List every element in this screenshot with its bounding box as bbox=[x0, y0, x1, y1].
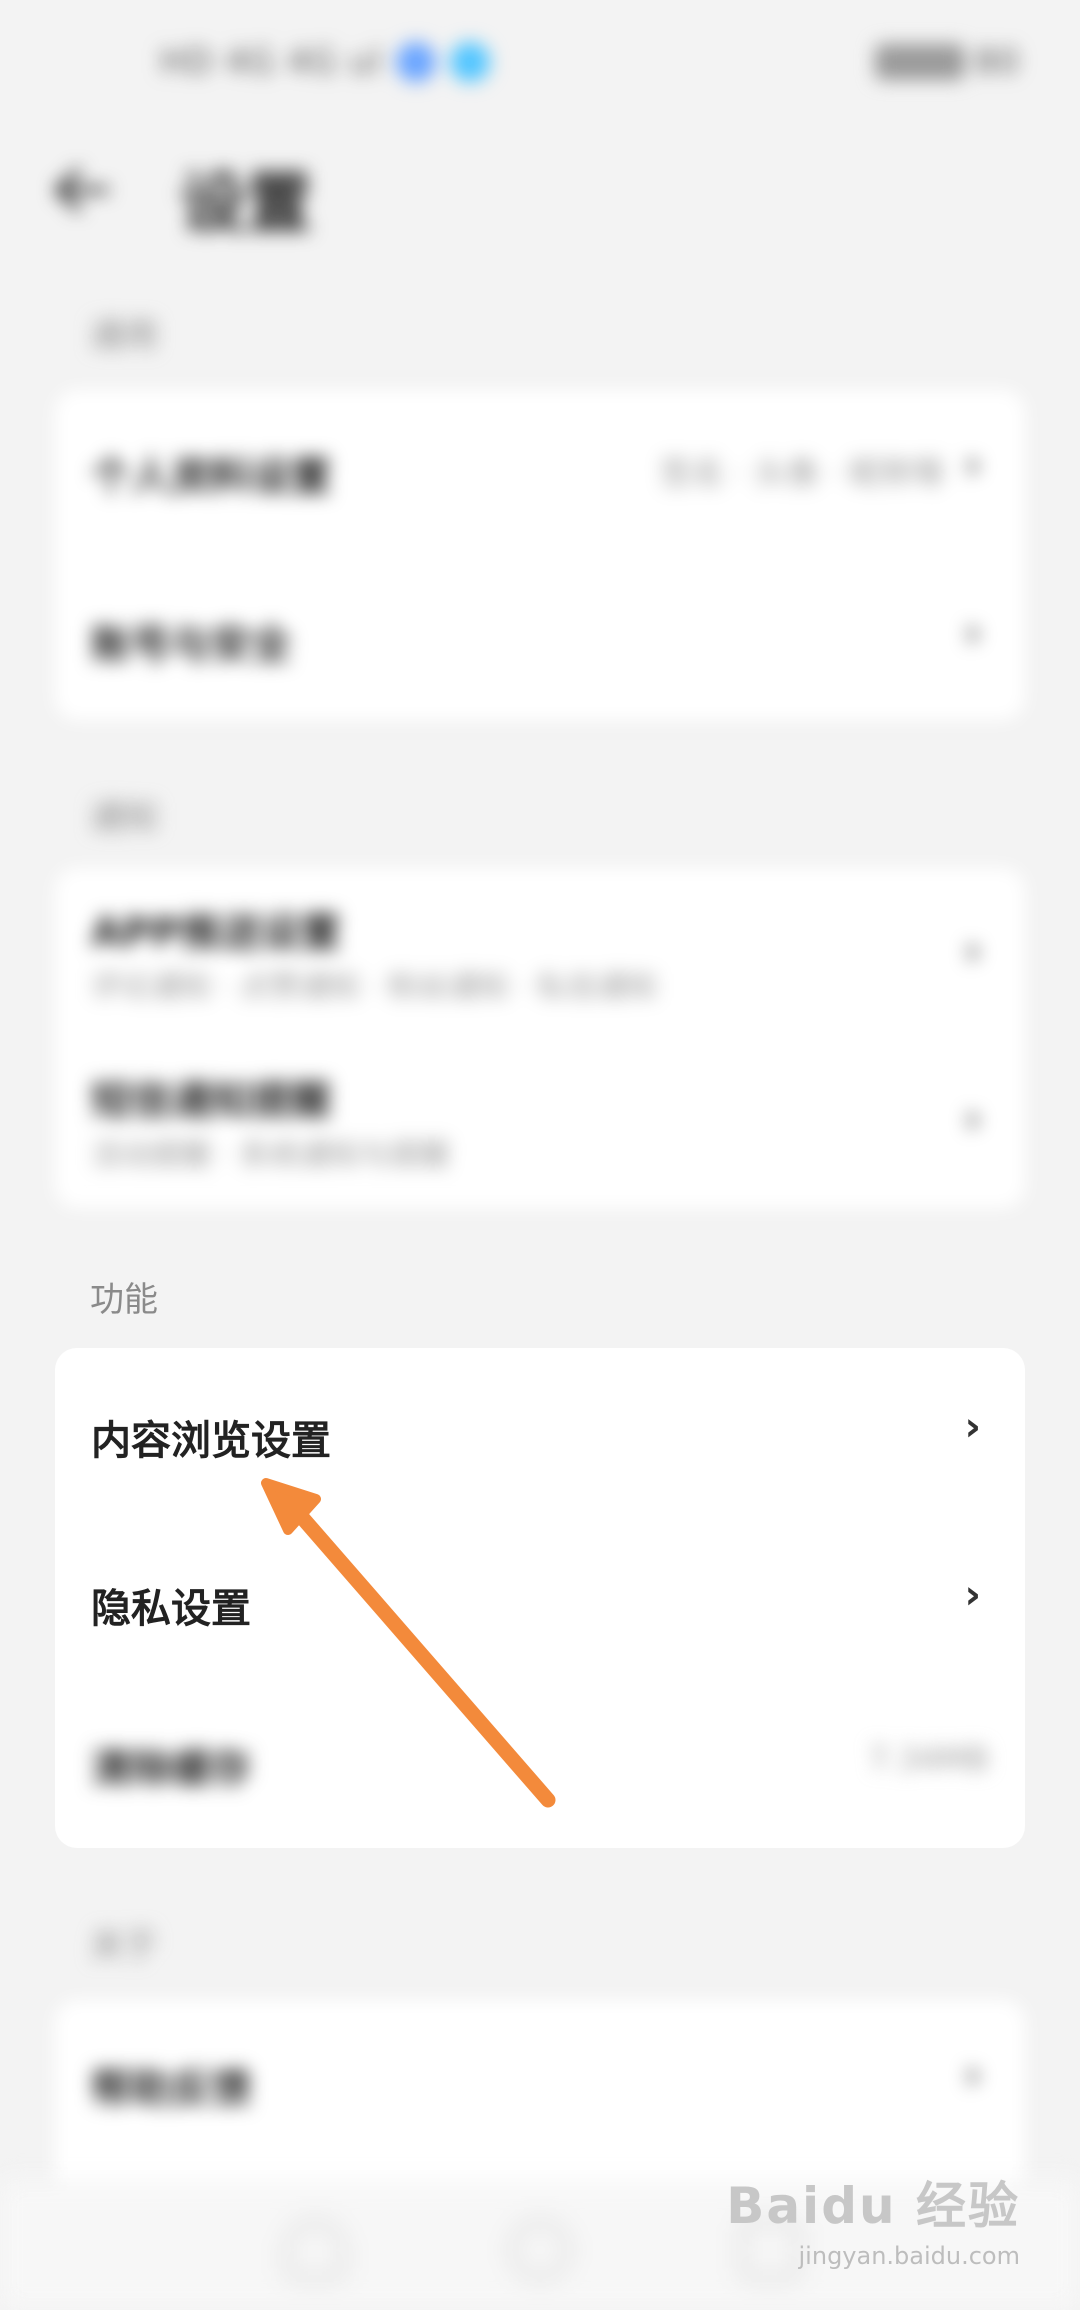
battery-level: 80 bbox=[974, 42, 1020, 82]
status-bar: HD 4G 4G ul 80 bbox=[0, 0, 1080, 120]
row-title: 个人资料设置 bbox=[91, 454, 331, 500]
app-notification-icon bbox=[396, 42, 437, 82]
row-content-browsing-settings[interactable]: 内容浏览设置 › bbox=[55, 1348, 1025, 1516]
row-title: APP推送设置 bbox=[91, 910, 341, 956]
row-clear-cache[interactable]: 清除缓存 7.34MB bbox=[55, 1680, 1025, 1848]
chevron-right-icon: › bbox=[964, 928, 981, 974]
row-title: 清除缓存 bbox=[91, 1746, 251, 1792]
watermark-logo-text: Baidu 经验 bbox=[726, 2177, 1020, 2235]
status-left: HD 4G 4G ul bbox=[160, 40, 491, 84]
section-label-notifications: 通知 bbox=[90, 798, 158, 838]
card-notifications: APP推送设置 评论通知 · 点赞通知 · 粉丝通知 · 私信通知 › 短信通知… bbox=[55, 868, 1025, 1208]
chevron-right-icon: › bbox=[964, 1096, 981, 1142]
status-signal-text: HD 4G 4G ul bbox=[160, 42, 383, 82]
status-right: 80 bbox=[874, 40, 1020, 84]
row-help-feedback[interactable]: 帮助反馈 › bbox=[55, 2000, 1025, 2168]
cache-size: 7.34MB bbox=[868, 1740, 989, 1778]
section-label-about: 关于 bbox=[90, 1926, 158, 1966]
row-value: 签名 · 头像 · 昵称等 bbox=[659, 454, 945, 492]
row-sms-notifications[interactable]: 短信通知提醒 活动提醒 · 系统通知与提醒 › bbox=[55, 1036, 1025, 1204]
row-app-push[interactable]: APP推送设置 评论通知 · 点赞通知 · 粉丝通知 · 私信通知 › bbox=[55, 868, 1025, 1036]
row-title: 短信通知提醒 bbox=[91, 1078, 331, 1124]
row-title: 隐私设置 bbox=[91, 1586, 251, 1632]
chevron-right-icon: › bbox=[964, 610, 981, 656]
card-features: 内容浏览设置 › 隐私设置 › 清除缓存 7.34MB bbox=[55, 1348, 1025, 1848]
row-subtitle: 评论通知 · 点赞通知 · 粉丝通知 · 私信通知 bbox=[91, 970, 657, 1005]
chevron-right-icon: › bbox=[964, 1572, 981, 1618]
nav-home-icon[interactable] bbox=[510, 2220, 570, 2280]
watermark-url: jingyan.baidu.com bbox=[798, 2242, 1020, 2270]
app-notification-icon bbox=[450, 42, 491, 82]
baidu-watermark: Baidu 经验 jingyan.baidu.com bbox=[726, 2166, 1020, 2270]
row-account-security[interactable]: 账号与安全 › bbox=[55, 558, 1025, 726]
battery-icon bbox=[874, 44, 965, 80]
row-subtitle: 活动提醒 · 系统通知与提醒 bbox=[91, 1138, 450, 1173]
row-title: 内容浏览设置 bbox=[91, 1418, 331, 1464]
card-general: 个人资料设置 签名 · 头像 · 昵称等 › 账号与安全 › bbox=[55, 390, 1025, 720]
settings-screen: HD 4G 4G ul 80 设置 通用 个人资料设置 签名 · 头像 · 昵称… bbox=[0, 0, 1080, 2310]
header: 设置 bbox=[0, 120, 1080, 250]
section-label-general: 通用 bbox=[90, 316, 158, 356]
back-arrow-icon[interactable] bbox=[50, 165, 110, 215]
row-title: 账号与安全 bbox=[91, 622, 291, 668]
nav-back-icon[interactable] bbox=[285, 2220, 345, 2280]
chevron-right-icon: › bbox=[964, 2052, 981, 2098]
row-profile-settings[interactable]: 个人资料设置 签名 · 头像 · 昵称等 › bbox=[55, 390, 1025, 558]
chevron-right-icon: › bbox=[964, 1404, 981, 1450]
row-title: 帮助反馈 bbox=[91, 2066, 251, 2112]
row-privacy-settings[interactable]: 隐私设置 › bbox=[55, 1516, 1025, 1684]
chevron-right-icon: › bbox=[964, 442, 981, 488]
section-label-features: 功能 bbox=[90, 1280, 158, 1320]
page-title: 设置 bbox=[180, 165, 312, 242]
